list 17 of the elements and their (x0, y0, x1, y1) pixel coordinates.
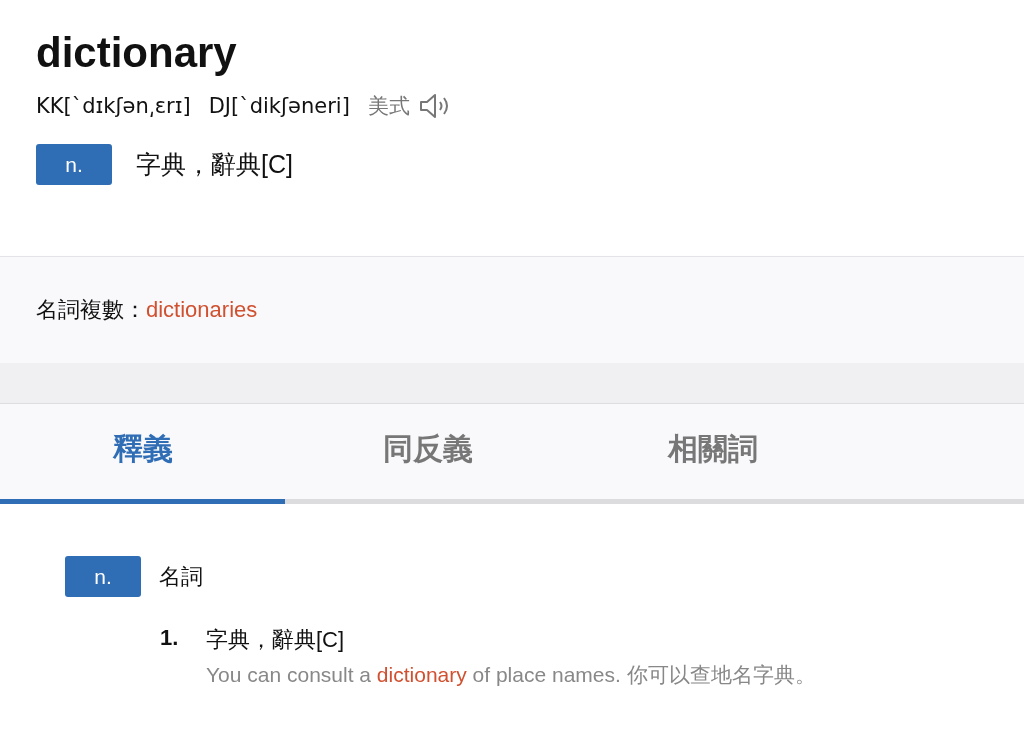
example-sentence: You can consult a dictionary of place names. 你可以查地名字典。 (206, 662, 817, 688)
dj-phonetic: DJ[ˋdikʃəneri] (208, 94, 350, 119)
meaning: 字典，辭典[C] (136, 149, 293, 181)
part-of-speech-badge: n. (36, 144, 112, 186)
definition-number: 1. (160, 625, 180, 652)
plural-label: 名詞複數： (36, 296, 146, 324)
plural-link[interactable]: dictionaries (146, 297, 258, 323)
accent-label: 美式 (367, 93, 410, 121)
kk-phonetic: KK[ˋdɪkʃən͵ɛrɪ] (36, 94, 191, 119)
headword: dictionary (36, 28, 237, 78)
tab[interactable]: 同反義 (285, 404, 570, 504)
part-of-speech-name: 名詞 (159, 562, 203, 591)
word-link[interactable]: dictionary (376, 663, 467, 686)
part-of-speech-badge: n. (65, 556, 141, 597)
tab[interactable]: 相關詞 (570, 404, 855, 504)
tab[interactable]: 釋義 (0, 404, 285, 504)
definition: 字典，辭典[C] (206, 626, 345, 654)
